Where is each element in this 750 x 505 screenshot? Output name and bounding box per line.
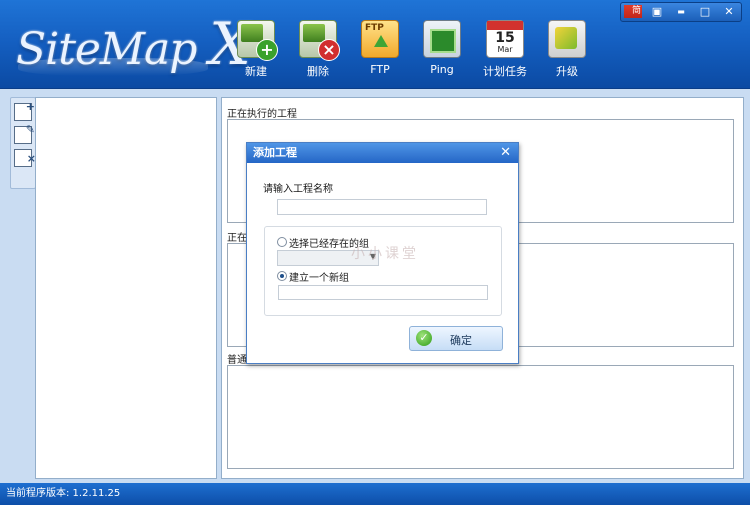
dialog-close-icon[interactable]: ✕ (500, 143, 511, 163)
add-project-icon[interactable] (14, 100, 35, 121)
dialog-title-bar: 添加工程 ✕ (247, 143, 518, 163)
restore-icon[interactable]: ▣ (645, 3, 669, 21)
watermark: 小小课堂 (351, 246, 419, 262)
ok-button[interactable]: ✓ 确定 (409, 326, 503, 351)
new-group-input[interactable] (278, 285, 488, 300)
new-group-radio[interactable] (277, 271, 287, 281)
upgrade-button[interactable]: 升级 (539, 20, 595, 80)
ftp-button[interactable]: FTP FTP (352, 20, 408, 80)
checkmark-icon: ✓ (416, 330, 432, 346)
waiting-label: 正在 (227, 233, 247, 244)
status-bar: 当前程序版本: 1.2.11.25 (0, 483, 750, 505)
upgrade-icon (548, 20, 586, 58)
new-icon: + (237, 20, 278, 61)
window-controls: 简 ▣ ▬ □ ✕ (620, 2, 742, 22)
delete-project-button[interactable]: × 删除 (290, 20, 346, 80)
ping-button[interactable]: Ping (414, 20, 470, 80)
project-name-input[interactable] (277, 199, 487, 215)
app-header: SiteMap X + 新建 × 删除 FTP FTP Ping 15 Mar … (0, 0, 750, 89)
schedule-button[interactable]: 15 Mar 计划任务 (477, 20, 533, 80)
logo-reflection (18, 58, 208, 76)
group-options: 选择已经存在的组 ▼ 建立一个新组 (264, 226, 502, 316)
new-project-button[interactable]: + 新建 (228, 20, 284, 80)
minimize-button[interactable]: ▬ (669, 3, 693, 21)
remove-project-icon[interactable] (14, 149, 36, 167)
existing-group-radio[interactable] (277, 237, 287, 247)
project-name-prompt: 请输入工程名称 (263, 184, 333, 195)
add-project-dialog: 添加工程 ✕ 请输入工程名称 选择已经存在的组 ▼ 建立一个新组 小小课堂 ✓ … (246, 142, 519, 364)
normal-list[interactable] (227, 365, 734, 469)
language-flag-icon[interactable]: 简 (624, 5, 642, 18)
ping-icon (423, 20, 461, 58)
project-tree[interactable] (35, 97, 217, 479)
calendar-icon: 15 Mar (486, 20, 524, 58)
delete-icon: × (299, 20, 340, 61)
normal-label: 普通 (227, 355, 247, 366)
new-group-label: 建立一个新组 (289, 273, 349, 284)
version-text: 当前程序版本: 1.2.11.25 (6, 488, 121, 499)
maximize-button[interactable]: □ (693, 3, 717, 21)
running-label: 正在执行的工程 (227, 109, 297, 120)
close-button[interactable]: ✕ (717, 3, 741, 21)
edit-project-icon[interactable] (14, 123, 35, 144)
ftp-icon: FTP (361, 20, 399, 58)
project-toolbar (10, 97, 36, 189)
